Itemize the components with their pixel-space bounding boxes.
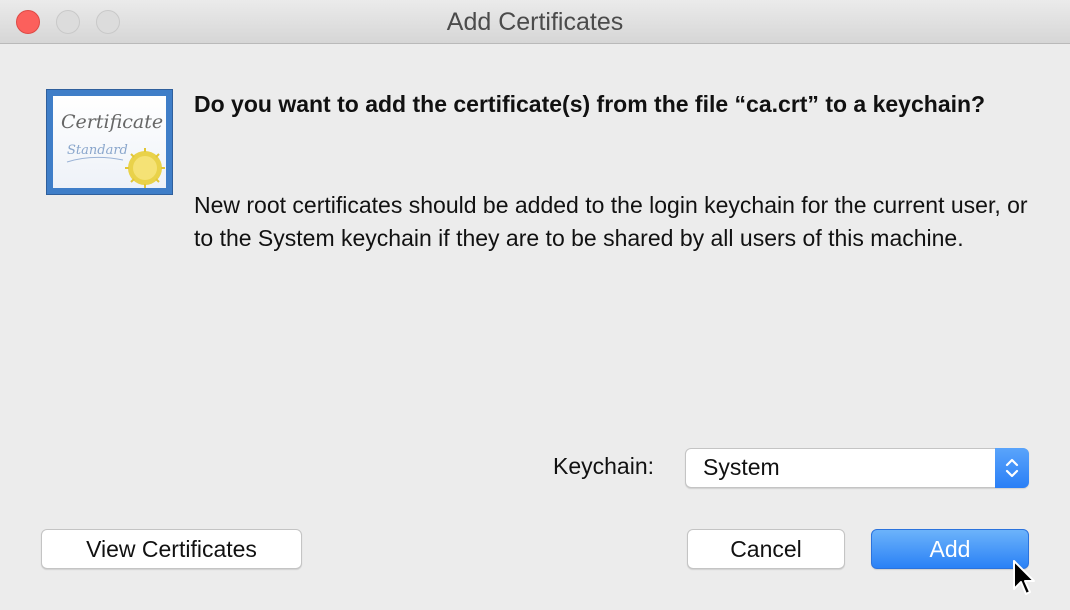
view-certificates-button[interactable]: View Certificates xyxy=(41,529,302,569)
chevron-updown-icon xyxy=(1005,458,1019,478)
certificate-title-text: Certificate xyxy=(61,111,163,133)
dialog-message: New root certificates should be added to… xyxy=(194,192,1028,251)
popup-arrows-icon[interactable] xyxy=(995,448,1029,488)
add-button[interactable]: Add xyxy=(871,529,1029,569)
title-bar: Add Certificates xyxy=(0,0,1070,44)
dialog-heading: Do you want to add the certificate(s) fr… xyxy=(194,91,986,117)
add-certificates-dialog: Add Certificates Certificate Standard Do… xyxy=(0,0,1070,610)
certificate-subtitle-text: Standard xyxy=(67,143,128,158)
cancel-button[interactable]: Cancel xyxy=(687,529,845,569)
seal-icon xyxy=(125,148,165,188)
certificate-icon-paper: Certificate Standard xyxy=(53,96,166,188)
keychain-selected-value: System xyxy=(703,454,780,480)
window-title: Add Certificates xyxy=(446,8,624,36)
mouse-pointer-icon xyxy=(1012,560,1036,605)
keychain-popup[interactable]: System xyxy=(685,448,1029,488)
certificate-artwork: Certificate Standard xyxy=(61,111,165,188)
certificate-icon: Certificate Standard xyxy=(46,89,173,195)
keychain-label: Keychain: xyxy=(553,453,655,479)
